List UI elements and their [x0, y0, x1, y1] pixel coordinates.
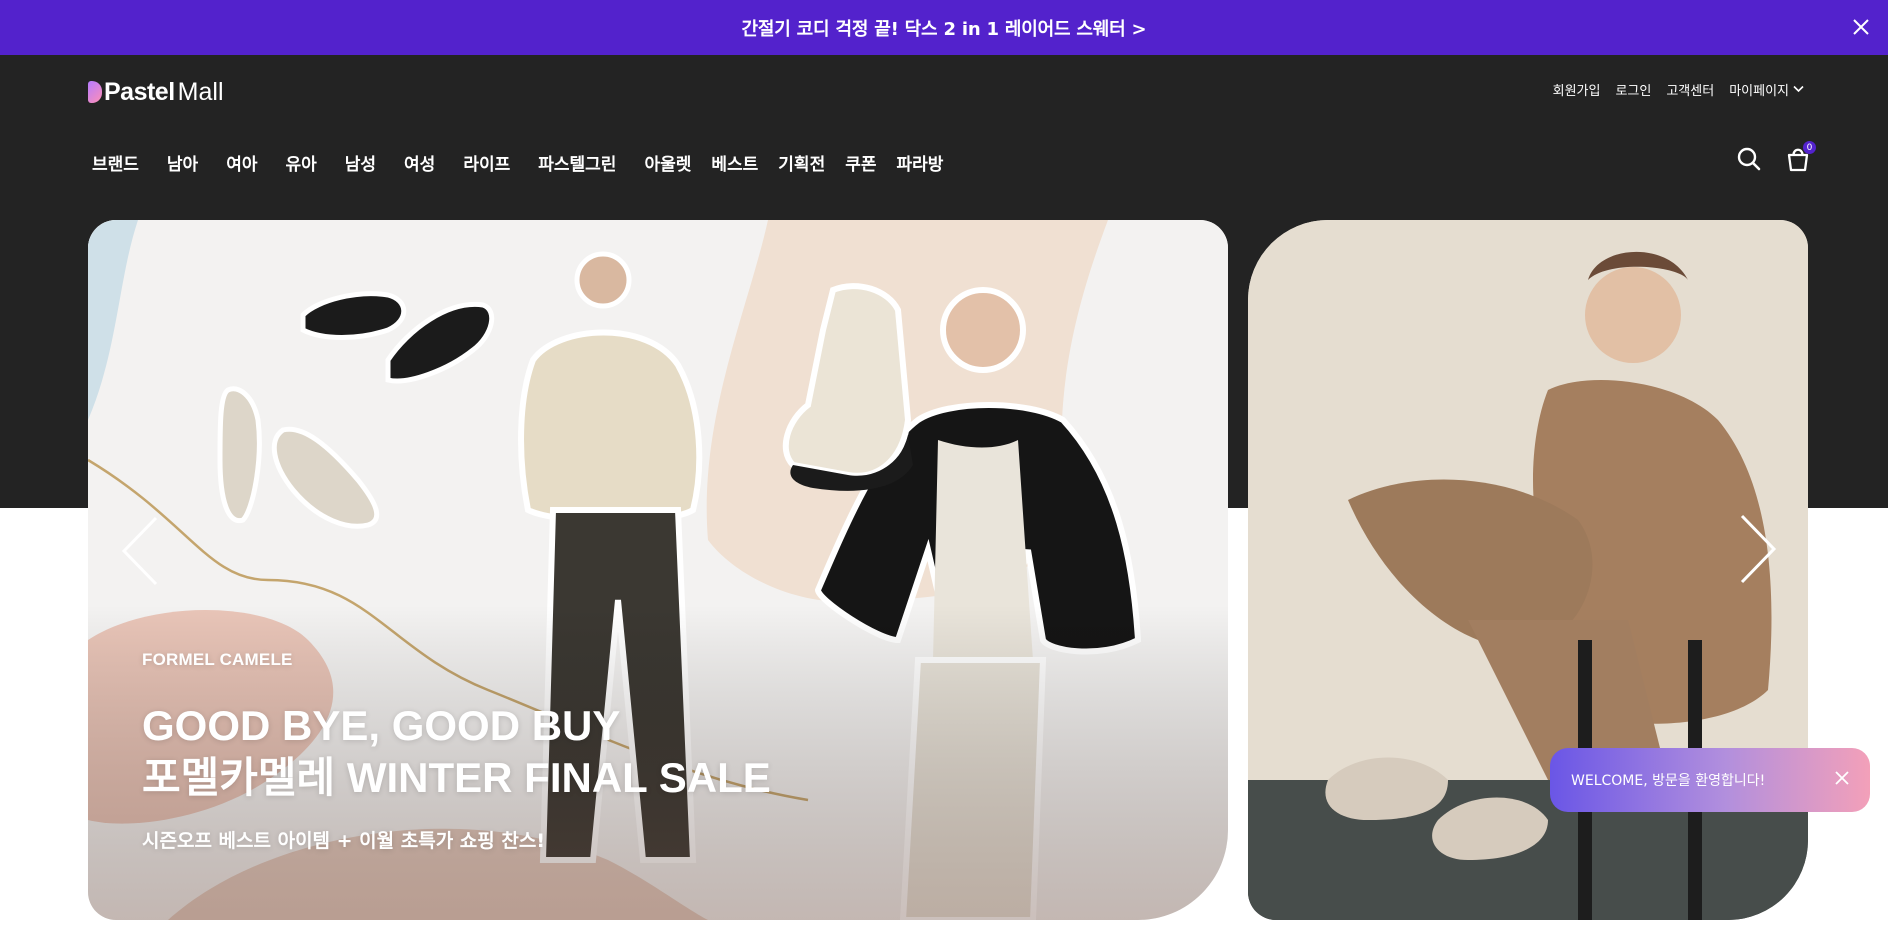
chevron-left-icon[interactable] — [118, 515, 160, 591]
logo-text-mall: Mall — [177, 77, 224, 106]
nav-item-girls[interactable]: 여아 — [226, 150, 257, 175]
nav-item-brand[interactable]: 브랜드 — [92, 150, 139, 175]
promo-text[interactable]: 간절기 코디 걱정 끝! 닥스 2 in 1 레이어드 스웨터 > — [742, 15, 1147, 41]
nav-item-men[interactable]: 남성 — [345, 150, 376, 175]
search-icon[interactable] — [1736, 146, 1762, 176]
nav-item-parabang[interactable]: 파라방 — [897, 150, 944, 175]
shopping-bag-icon — [1786, 148, 1810, 176]
nav-item-boys[interactable]: 남아 — [167, 150, 198, 175]
hero-subtitle: 시즌오프 베스트 아이템 + 이월 초특가 쇼핑 찬스! — [142, 830, 546, 852]
chevron-down-icon — [1793, 82, 1804, 97]
nav-item-best[interactable]: 베스트 — [711, 150, 758, 175]
utility-nav: 회원가입 로그인 고객센터 마이페이지 — [1553, 80, 1804, 99]
mypage-label: 마이페이지 — [1729, 84, 1789, 99]
hero-title-line-1: GOOD BYE, GOOD BUY — [142, 702, 621, 749]
header-actions: 0 — [1736, 141, 1816, 176]
nav-item-coupon[interactable]: 쿠폰 — [845, 150, 876, 175]
hero-brand: FORMEL CAMELE — [142, 650, 293, 669]
hero-caption: FORMEL CAMELE GOOD BYE, GOOD BUY 포멜카멜레 W… — [142, 650, 771, 853]
main-nav: 브랜드 남아 여아 유아 남성 여성 라이프 파스텔그린 아울렛 베스트 기획전… — [92, 150, 971, 175]
nav-item-life[interactable]: 라이프 — [463, 150, 510, 175]
cart-count-badge: 0 — [1803, 141, 1816, 154]
mypage-menu[interactable]: 마이페이지 — [1729, 80, 1804, 99]
signup-link[interactable]: 회원가입 — [1553, 80, 1601, 99]
cart-button[interactable]: 0 — [1786, 141, 1816, 176]
login-link[interactable]: 로그인 — [1615, 80, 1651, 99]
welcome-toast: WELCOME, 방문을 환영합니다! — [1550, 748, 1870, 812]
next-slide-image — [1248, 220, 1808, 920]
nav-item-pastelgreen[interactable]: 파스텔그린 — [538, 150, 616, 175]
close-icon[interactable] — [1834, 770, 1850, 790]
customer-center-link[interactable]: 고객센터 — [1666, 80, 1714, 99]
logo-text-pastel: Pastel — [104, 77, 175, 106]
nav-item-exhibition[interactable]: 기획전 — [778, 150, 825, 175]
close-icon[interactable] — [1846, 12, 1876, 42]
site-logo[interactable]: Pastel Mall — [88, 77, 224, 107]
hero-title-line-2: 포멜카멜레 WINTER FINAL SALE — [142, 754, 771, 801]
nav-item-infant[interactable]: 유아 — [285, 150, 316, 175]
hero-title: GOOD BYE, GOOD BUY 포멜카멜레 WINTER FINAL SA… — [142, 700, 771, 804]
promo-bar[interactable]: 간절기 코디 걱정 끝! 닥스 2 in 1 레이어드 스웨터 > — [0, 0, 1888, 55]
logo-mark-icon — [88, 81, 102, 103]
nav-item-outlet[interactable]: 아울렛 — [644, 150, 691, 175]
nav-item-women[interactable]: 여성 — [404, 150, 435, 175]
welcome-toast-text: WELCOME, 방문을 환영합니다! — [1571, 773, 1766, 789]
hero-slide-next[interactable] — [1248, 220, 1808, 920]
chevron-right-icon[interactable] — [1738, 513, 1780, 589]
